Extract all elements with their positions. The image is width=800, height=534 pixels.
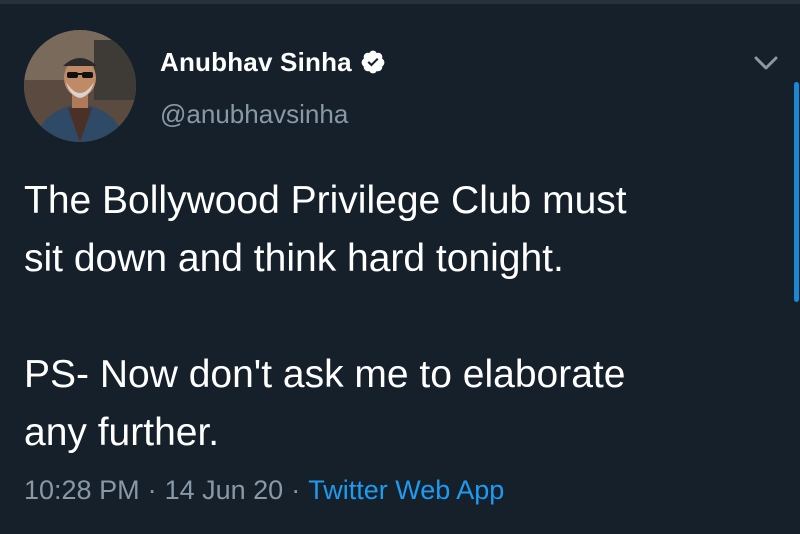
tweet-time[interactable]: 10:28 PM xyxy=(24,475,140,505)
author-display-name[interactable]: Anubhav Sinha xyxy=(160,44,352,80)
tweet-paragraph: The Bollywood Privilege Club must sit do… xyxy=(24,179,627,280)
tweet-meta: 10:28 PM · 14 Jun 20 · Twitter Web App xyxy=(24,472,504,508)
chevron-down-icon[interactable] xyxy=(752,52,780,74)
avatar[interactable] xyxy=(24,30,136,142)
tweet-paragraph: PS- Now don't ask me to elaborate any fu… xyxy=(24,353,626,454)
meta-separator: · xyxy=(147,475,157,505)
avatar-image xyxy=(24,30,136,142)
top-divider xyxy=(0,0,800,4)
tweet-date[interactable]: 14 Jun 20 xyxy=(165,475,284,505)
scrollbar[interactable] xyxy=(794,82,799,302)
author-name-row[interactable]: Anubhav Sinha xyxy=(160,44,386,80)
verified-badge-icon xyxy=(361,50,385,74)
tweet-text: The Bollywood Privilege Club must sit do… xyxy=(24,172,764,462)
author-handle[interactable]: @anubhavsinha xyxy=(160,96,348,132)
meta-separator: · xyxy=(291,475,301,505)
tweet-source-link[interactable]: Twitter Web App xyxy=(308,475,504,505)
